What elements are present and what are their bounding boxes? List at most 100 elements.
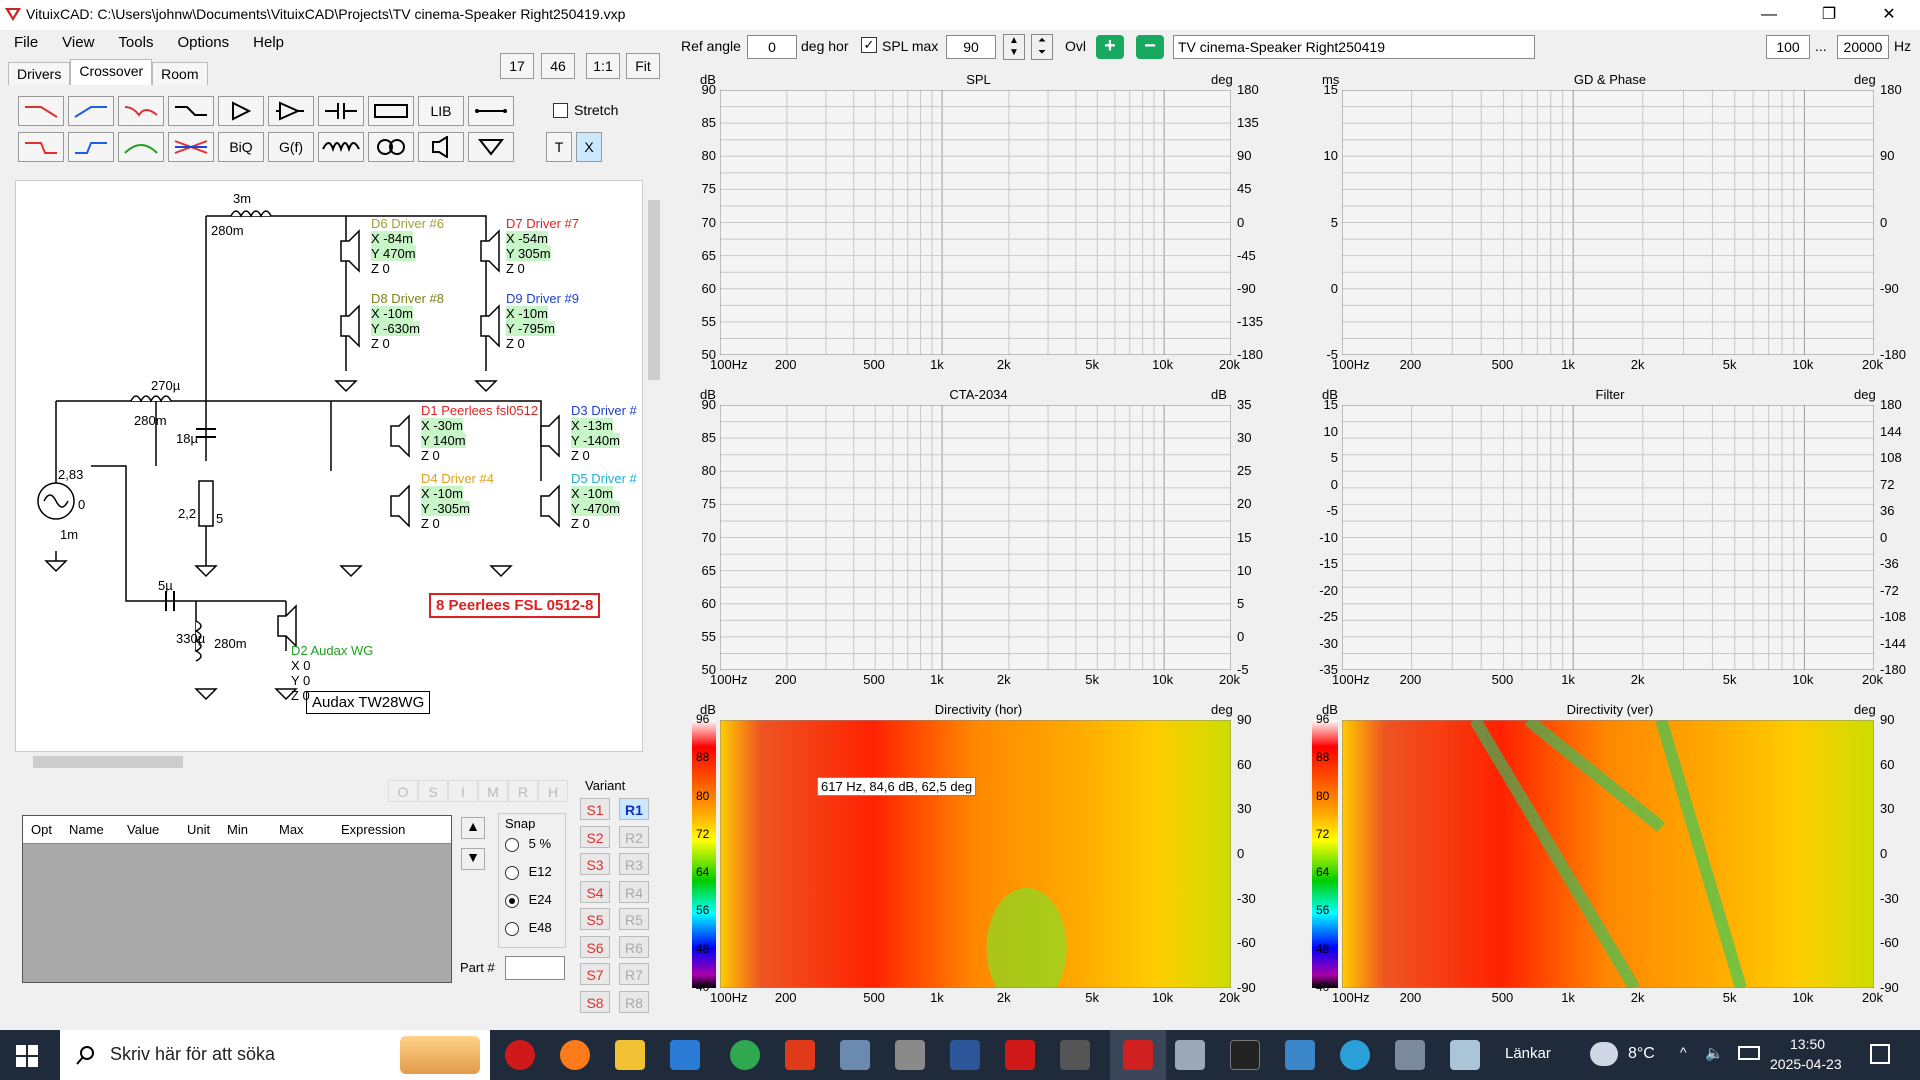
menu-file[interactable]: File <box>0 30 48 51</box>
x-button[interactable]: X <box>576 132 602 162</box>
tab-room[interactable]: Room <box>152 62 208 85</box>
highpass2-icon[interactable] <box>68 132 114 162</box>
firefox-icon[interactable] <box>560 1040 590 1070</box>
variant-s3-button[interactable]: S3 <box>580 853 610 875</box>
menu-view[interactable]: View <box>48 30 104 51</box>
variant-r7-button[interactable]: R7 <box>619 963 649 985</box>
lowpass-icon[interactable] <box>18 96 64 126</box>
menu-help[interactable]: Help <box>239 30 294 51</box>
i-button[interactable]: I <box>448 780 478 802</box>
tab-drivers[interactable]: Drivers <box>8 62 71 85</box>
plot-dirv-area[interactable] <box>1342 720 1874 988</box>
opamp-icon[interactable] <box>268 96 314 126</box>
ref-angle-input[interactable]: 0 <box>747 35 797 59</box>
variant-r8-button[interactable]: R8 <box>619 990 649 1013</box>
splmax-checkbox[interactable]: ✓ <box>861 37 877 53</box>
mail-icon[interactable] <box>670 1040 700 1070</box>
s-button[interactable]: S <box>418 780 448 802</box>
plot-dirh[interactable]: Directivity (hor) dB deg 96 88 80 72 64 56 48 40 90… <box>682 702 1275 1010</box>
variant-s6-button[interactable]: S6 <box>580 935 610 958</box>
lowpass2-icon[interactable] <box>18 132 64 162</box>
resistor-icon[interactable] <box>368 96 414 126</box>
search-box[interactable]: Skriv här för att söka <box>60 1030 490 1080</box>
freq-low-input[interactable]: 100 <box>1766 35 1810 59</box>
plot-gd-area[interactable] <box>1342 90 1874 355</box>
vituixcad-taskbar-item[interactable] <box>1110 1030 1166 1080</box>
allpass-icon[interactable] <box>168 132 214 162</box>
acrobat-icon[interactable] <box>1005 1040 1035 1070</box>
photos-icon[interactable] <box>1285 1040 1315 1070</box>
battery-icon[interactable] <box>1738 1046 1760 1060</box>
driver-d5-block[interactable]: D5 Driver # X -10m Y -470m Z 0 <box>571 471 637 531</box>
plot-dirh-area[interactable] <box>720 720 1231 988</box>
plot-spl[interactable]: SPL dB deg 90 85 80 75 70 65 60 55 50 180 135 90 45 0 -45… <box>682 72 1275 377</box>
close-button[interactable]: ✕ <box>1860 0 1918 30</box>
rew-icon[interactable] <box>1230 1040 1260 1070</box>
plot-cta-area[interactable] <box>720 405 1231 670</box>
schematic-canvas[interactable]: 3m 280m 270µ 280m 18µ 2,2 5 2,83 0 1m 5µ… <box>15 180 643 752</box>
m-button[interactable]: M <box>478 780 508 802</box>
wire-icon[interactable] <box>468 96 514 126</box>
file-explorer-icon[interactable] <box>615 1040 645 1070</box>
move-down-button[interactable]: ▼ <box>461 848 485 870</box>
app2-icon[interactable] <box>1175 1040 1205 1070</box>
links-label[interactable]: Länkar <box>1505 1045 1551 1062</box>
variant-r3-button[interactable]: R3 <box>619 853 649 875</box>
office-icon[interactable] <box>785 1040 815 1070</box>
move-up-button[interactable]: ▲ <box>461 817 485 839</box>
plot-spl-area[interactable] <box>720 90 1231 355</box>
remote-desktop-icon[interactable] <box>840 1040 870 1070</box>
menu-tools[interactable]: Tools <box>104 30 163 51</box>
telegram-icon[interactable] <box>1340 1040 1370 1070</box>
driver-d6-block[interactable]: D6 Driver #6 X -84m Y 470m Z 0 <box>371 216 444 276</box>
h-button[interactable]: H <box>538 780 568 802</box>
o-button[interactable]: O <box>388 780 418 802</box>
variant-s4-button[interactable]: S4 <box>580 880 610 903</box>
snap-option-2[interactable]: E24 <box>505 892 552 908</box>
volume-icon[interactable]: 🔈 <box>1705 1044 1724 1062</box>
gf-button[interactable]: G(f) <box>268 132 314 162</box>
variant-r1-button[interactable]: R1 <box>619 798 649 820</box>
calculator-icon[interactable] <box>895 1040 925 1070</box>
zoom-17-button[interactable]: 17 <box>500 53 534 79</box>
plot-filter[interactable]: Filter dB deg 15 10 5 0 -5 -10 -15 -20 -25 -30 -35 180… <box>1302 387 1918 692</box>
audax-label-box[interactable]: Audax TW28WG <box>306 691 431 714</box>
buffer-icon[interactable] <box>218 96 264 126</box>
variant-r6-button[interactable]: R6 <box>619 935 649 958</box>
windows-start-icon[interactable] <box>16 1045 38 1067</box>
maximize-button[interactable]: ❐ <box>1800 0 1858 30</box>
splmax-input[interactable]: 90 <box>946 35 996 59</box>
variant-r2-button[interactable]: R2 <box>619 825 649 848</box>
zoom-1to1-button[interactable]: 1:1 <box>586 53 620 79</box>
snap-option-0[interactable]: 5 % <box>505 836 551 852</box>
snap-option-1[interactable]: E12 <box>505 864 552 880</box>
app3-icon[interactable] <box>1395 1040 1425 1070</box>
tab-crossover[interactable]: Crossover <box>70 59 153 85</box>
driver-d8-block[interactable]: D8 Driver #8 X -10m Y -630m Z 0 <box>371 291 444 351</box>
chevron-up-icon[interactable]: ^ <box>1680 1044 1687 1060</box>
notch-icon[interactable] <box>118 96 164 126</box>
variant-s8-button[interactable]: S8 <box>580 990 610 1013</box>
plot-dirv[interactable]: Directivity (ver) dB deg 96 88 80 72 64 56 48 40 90… <box>1302 702 1918 1010</box>
app4-icon[interactable] <box>1450 1040 1480 1070</box>
schematic-vscrollbar[interactable] <box>646 180 662 752</box>
r-button[interactable]: R <box>508 780 538 802</box>
app-icon[interactable] <box>1060 1040 1090 1070</box>
stretch-checkbox[interactable] <box>553 103 568 118</box>
minimize-button[interactable]: — <box>1740 0 1798 30</box>
opera-icon[interactable] <box>505 1040 535 1070</box>
peerlees-label-box[interactable]: 8 Peerlees FSL 0512-8 <box>429 593 601 618</box>
clock-date[interactable]: 2025-04-23 <box>1770 1056 1842 1072</box>
remove-overlay-icon[interactable]: − <box>1136 35 1164 59</box>
bandpass-icon[interactable] <box>118 132 164 162</box>
driver-d3-block[interactable]: D3 Driver # X -13m Y -140m Z 0 <box>571 403 637 463</box>
weather-icon[interactable] <box>1590 1042 1618 1066</box>
driver-d4-block[interactable]: D4 Driver #4 X -10m Y -305m Z 0 <box>421 471 494 531</box>
variant-s7-button[interactable]: S7 <box>580 963 610 985</box>
highpass-icon[interactable] <box>68 96 114 126</box>
t-button[interactable]: T <box>546 132 572 162</box>
word-icon[interactable] <box>950 1040 980 1070</box>
spin-updown-icon[interactable]: ▲ ▼ <box>1003 34 1025 60</box>
variant-r4-button[interactable]: R4 <box>619 880 649 903</box>
snap-option-3[interactable]: E48 <box>505 920 552 936</box>
